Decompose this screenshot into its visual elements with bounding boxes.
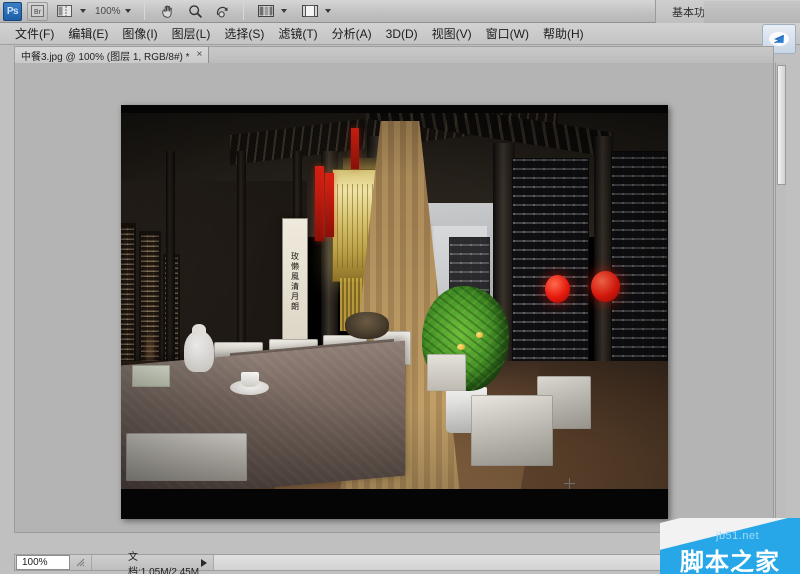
menu-analysis[interactable]: 分析(A) — [325, 23, 379, 44]
menu-file[interactable]: 文件(F) — [8, 23, 61, 44]
photoshop-window: Ps Br 100% — [0, 0, 800, 574]
canvas-work-area[interactable]: 玫 懒 風 清 月 朗 雅 韻 冬 閣 天 空 — [14, 63, 774, 533]
screen-mode-dropdown-icon[interactable] — [325, 9, 331, 13]
teacup — [241, 372, 259, 387]
zoom-tool-icon[interactable] — [184, 2, 206, 21]
photo-letterbox-bottom — [121, 489, 668, 519]
scrollbar-thumb[interactable] — [777, 65, 786, 185]
menu-window[interactable]: 窗口(W) — [479, 23, 536, 44]
status-bar: 100% 文档:1.05M/2.45M — [14, 554, 774, 571]
menu-3d[interactable]: 3D(D) — [379, 25, 425, 43]
workspace-switcher[interactable]: 基本功 — [655, 0, 800, 23]
photoshop-logo: Ps — [3, 2, 22, 21]
zoom-level-dropdown-icon[interactable] — [125, 9, 131, 13]
red-streamer-2 — [325, 173, 334, 237]
status-zoom-field[interactable]: 100% — [16, 555, 70, 570]
resize-grip-icon[interactable] — [70, 555, 92, 570]
red-streamer-5 — [351, 128, 360, 169]
scroll-left-char-5: 月 — [291, 293, 299, 301]
status-flyout-arrow-icon[interactable] — [201, 559, 207, 567]
menu-layer[interactable]: 图层(L) — [165, 23, 218, 44]
dining-chair-8 — [427, 354, 465, 392]
screen-mode-icon[interactable] — [299, 2, 321, 21]
scroll-left-char-4: 清 — [291, 283, 299, 291]
citrus-fruit-1 — [457, 344, 465, 350]
zoom-level-field[interactable]: 100% — [93, 3, 135, 19]
red-streamer-1 — [315, 166, 324, 241]
teapot-lid — [192, 324, 206, 335]
crosshair-cursor-icon — [564, 478, 575, 489]
view-extras-icon[interactable] — [54, 2, 76, 21]
menu-bar: 文件(F) 编辑(E) 图像(I) 图层(L) 选择(S) 滤镜(T) 分析(A… — [0, 23, 800, 45]
red-lantern-2 — [591, 271, 619, 302]
photo-letterbox-top — [121, 105, 668, 113]
status-document-info: 文档:1.05M/2.45M — [92, 548, 201, 574]
dining-chair-5 — [126, 433, 246, 482]
teapot — [184, 331, 214, 372]
menu-select[interactable]: 选择(S) — [217, 23, 271, 44]
workspace-overflow-mask — [704, 1, 800, 23]
workspace-label: 基本功 — [672, 4, 705, 20]
scroll-left-char-6: 朗 — [291, 303, 299, 311]
options-bar: Ps Br 100% — [0, 0, 800, 23]
zoom-level-value: 100% — [95, 6, 121, 17]
view-extras-dropdown-icon[interactable] — [80, 9, 86, 13]
photo-image: 玫 懒 風 清 月 朗 雅 韻 冬 閣 天 空 — [121, 105, 668, 519]
toolbar-separator-2 — [243, 3, 244, 20]
red-lantern-1 — [545, 275, 570, 303]
canvas-vertical-scrollbar[interactable] — [775, 63, 786, 533]
close-icon[interactable]: × — [197, 50, 203, 60]
status-zoom-value: 100% — [22, 557, 48, 568]
document-tab[interactable]: 中餐3.jpg @ 100% (图层 1, RGB/8#) * × — [15, 47, 209, 63]
calligraphy-scroll-left: 玫 懒 風 清 月 朗 — [282, 218, 307, 346]
rotate-view-tool-icon[interactable] — [212, 2, 234, 21]
menu-image[interactable]: 图像(I) — [115, 23, 164, 44]
status-bar-filler — [213, 555, 773, 570]
menu-view[interactable]: 视图(V) — [425, 23, 479, 44]
document-tab-strip: 中餐3.jpg @ 100% (图层 1, RGB/8#) * × — [14, 46, 774, 63]
document-canvas[interactable]: 玫 懒 風 清 月 朗 雅 韻 冬 閣 天 空 — [121, 105, 668, 519]
menu-help[interactable]: 帮助(H) — [536, 23, 591, 44]
document-tab-title: 中餐3.jpg @ 100% (图层 1, RGB/8#) * — [21, 48, 190, 63]
scroll-left-char-2: 懒 — [291, 263, 299, 271]
arrange-documents-icon[interactable] — [255, 2, 277, 21]
bridge-icon[interactable]: Br — [27, 2, 48, 21]
dining-chair-6 — [471, 395, 553, 466]
toolbar-separator-1 — [144, 3, 145, 20]
menu-edit[interactable]: 编辑(E) — [61, 23, 115, 44]
table-centerpiece — [345, 312, 389, 338]
scroll-left-char-1: 玫 — [291, 253, 299, 261]
tissue-box — [132, 365, 170, 388]
menu-filter[interactable]: 滤镜(T) — [271, 23, 324, 44]
arrange-documents-dropdown-icon[interactable] — [281, 9, 287, 13]
scroll-left-char-3: 風 — [291, 273, 299, 281]
svg-text:Br: Br — [34, 9, 42, 16]
hand-tool-icon[interactable] — [156, 2, 178, 21]
citrus-fruit-2 — [476, 332, 483, 337]
photo-scene: 玫 懒 風 清 月 朗 雅 韻 冬 閣 天 空 — [121, 113, 668, 489]
